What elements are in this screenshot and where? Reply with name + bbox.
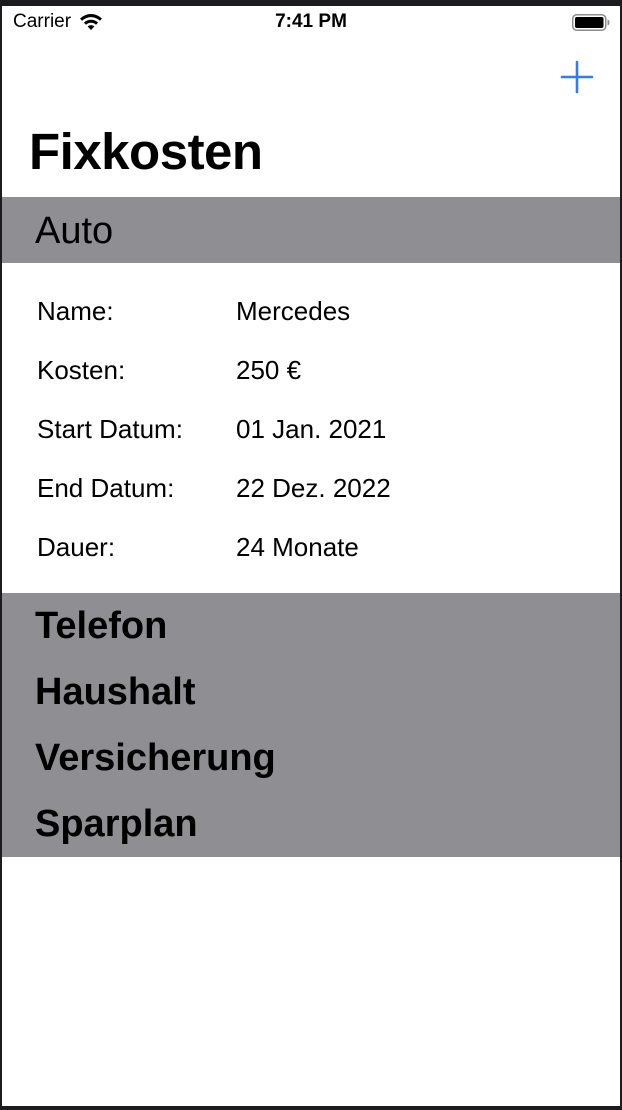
status-time: 7:41 PM (275, 11, 347, 32)
detail-key: Start Datum: (37, 414, 183, 444)
section-label: Haushalt (35, 671, 196, 713)
detail-key: End Datum: (37, 473, 175, 503)
section-label: Telefon (35, 605, 168, 647)
detail-value: 250 € (236, 355, 302, 385)
detail-key: Dauer: (37, 532, 116, 562)
section-label: Versicherung (35, 737, 276, 779)
section-label: Auto (35, 210, 114, 252)
app-screen: Carrier 7:41 PM Fixkosten Auto Name: Mer… (2, 6, 620, 1106)
collapsed-sections-block: Telefon Haushalt Versicherung Sparplan (2, 593, 620, 857)
detail-value: 22 Dez. 2022 (236, 473, 391, 503)
section-header-haushalt[interactable]: Haushalt (2, 659, 620, 725)
detail-key: Kosten: (37, 355, 126, 385)
plus-icon (560, 60, 594, 94)
page-title: Fixkosten (29, 123, 263, 180)
section-header-auto[interactable]: Auto (2, 197, 620, 263)
detail-value: 24 Monate (236, 532, 359, 562)
section-header-telefon[interactable]: Telefon (2, 593, 620, 659)
section-header-versicherung[interactable]: Versicherung (2, 725, 620, 791)
add-button[interactable] (560, 60, 594, 94)
status-bar: Carrier 7:41 PM (2, 6, 620, 40)
battery-icon (572, 14, 610, 31)
detail-value: 01 Jan. 2021 (236, 414, 387, 444)
section-header-sparplan[interactable]: Sparplan (2, 791, 620, 857)
section-label: Sparplan (35, 803, 198, 845)
detail-value: Mercedes (236, 296, 351, 326)
detail-key: Name: (37, 296, 114, 326)
